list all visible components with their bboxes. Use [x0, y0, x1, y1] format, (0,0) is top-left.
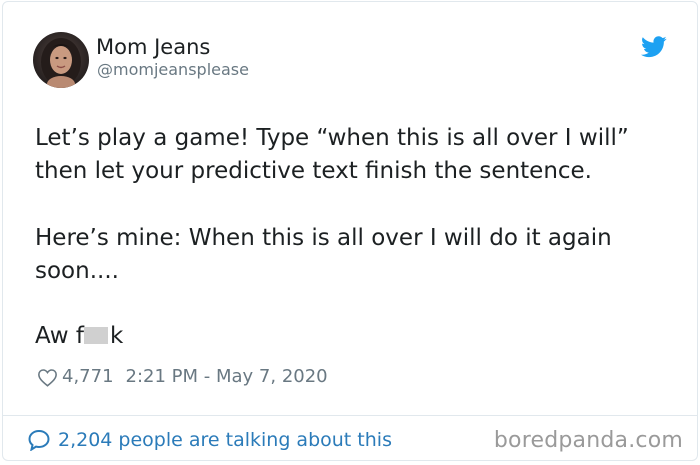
conversation-link[interactable]: 2,204 people are talking about this	[27, 427, 392, 453]
author-handle[interactable]: @momjeansplease	[97, 60, 249, 80]
tweet-text-end: k	[110, 323, 124, 349]
tweet-card: Mom Jeans @momjeansplease Let’s play a g…	[2, 1, 698, 461]
tweet-text-paragraph-3: Aw f k	[35, 320, 675, 353]
avatar-image	[33, 32, 89, 88]
author-name[interactable]: Mom Jeans	[96, 34, 210, 60]
tweet-meta: 4,771 2:21 PM - May 7, 2020	[37, 364, 328, 390]
watermark: boredpanda.com	[493, 428, 683, 453]
talking-count-text: 2,204 people are talking about this	[58, 429, 392, 451]
twitter-bird-icon[interactable]	[641, 36, 667, 58]
divider	[3, 415, 697, 416]
like-count[interactable]: 4,771	[62, 364, 114, 390]
tweet-text-paragraph-1: Let’s play a game! Type “when this is al…	[35, 125, 629, 184]
tweet-text-start: Aw f	[35, 323, 85, 349]
speech-bubble-icon	[28, 429, 50, 451]
censor-block	[84, 327, 109, 344]
tweet-text-paragraph-2: Here’s mine: When this is all over I wil…	[35, 225, 612, 284]
heart-icon[interactable]	[37, 368, 58, 387]
avatar[interactable]	[33, 32, 89, 88]
timestamp[interactable]: 2:21 PM - May 7, 2020	[126, 364, 328, 390]
